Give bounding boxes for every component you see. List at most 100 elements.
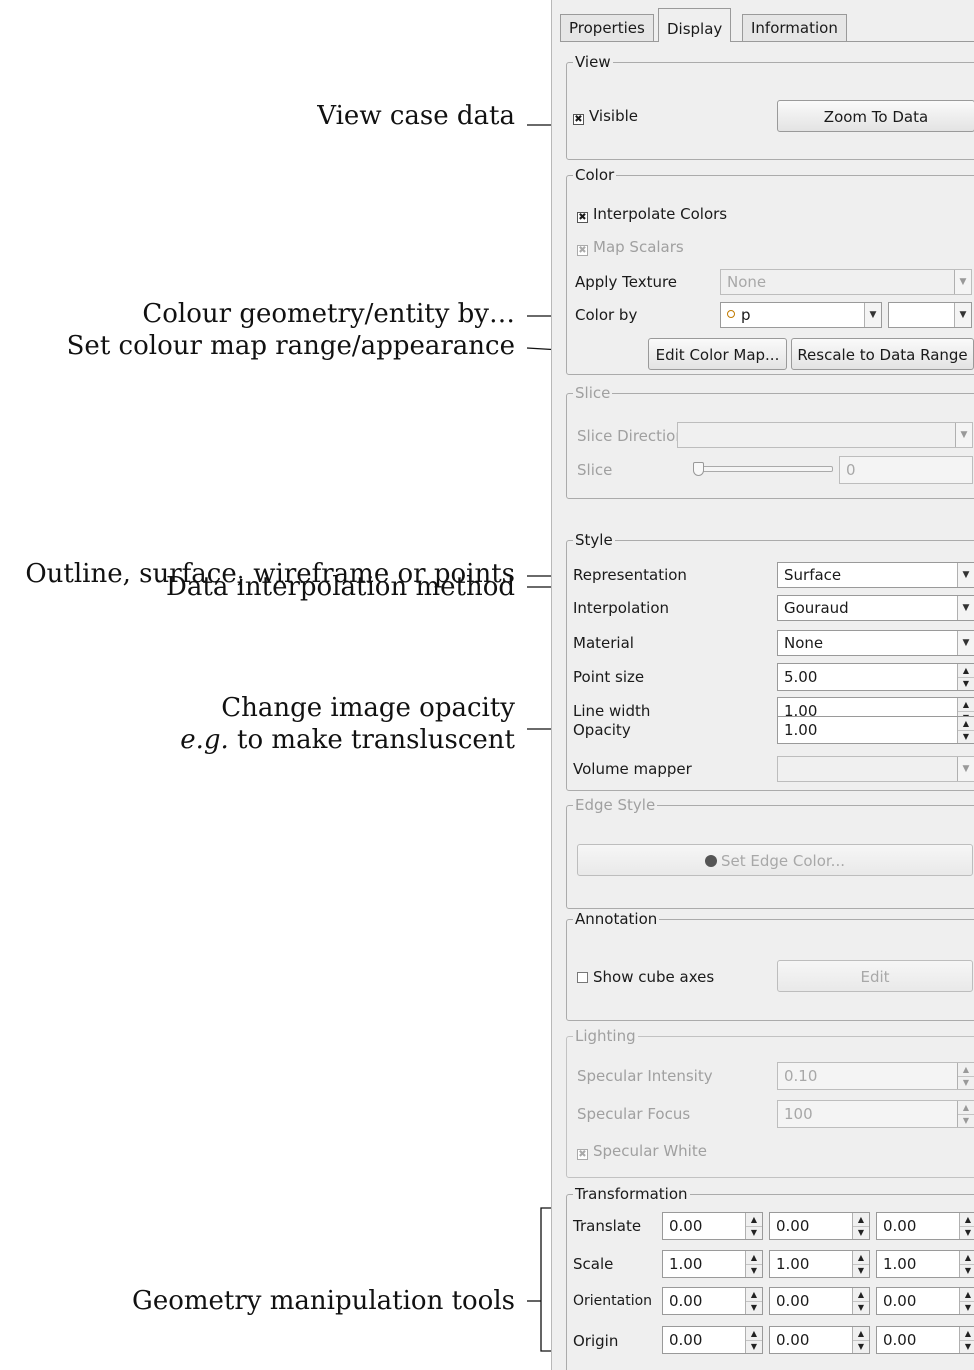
spin-down-icon[interactable]: ▼	[853, 1264, 869, 1277]
spin-down-icon[interactable]: ▼	[960, 1264, 974, 1277]
translate-z-spinbox[interactable]: 0.00 ▲ ▼	[876, 1212, 974, 1240]
material-select[interactable]: None ▼	[777, 630, 974, 656]
volume-mapper-select[interactable]: ▼	[777, 756, 974, 782]
spin-down-icon[interactable]: ▼	[958, 730, 974, 743]
slider-handle[interactable]	[693, 462, 704, 476]
spin-down-icon[interactable]: ▼	[960, 1301, 974, 1314]
slice-value-field[interactable]: 0	[839, 456, 973, 484]
color-by-select[interactable]: p ▼	[720, 302, 882, 328]
opacity-spinbox[interactable]: 1.00 ▲ ▼	[777, 716, 974, 744]
spin-down-icon[interactable]: ▼	[960, 1340, 974, 1353]
spin-buttons[interactable]: ▲▼	[959, 1251, 974, 1277]
spin-buttons[interactable]: ▲▼	[852, 1213, 869, 1239]
spin-down-icon[interactable]: ▼	[853, 1226, 869, 1239]
spin-buttons[interactable]: ▲▼	[745, 1251, 762, 1277]
spin-up-icon[interactable]: ▲	[960, 1327, 974, 1341]
zoom-to-data-button[interactable]: Zoom To Data	[777, 100, 974, 132]
spin-up-icon[interactable]: ▲	[960, 1288, 974, 1302]
apply-texture-value: None	[727, 273, 767, 291]
spin-up-icon[interactable]: ▲	[958, 1063, 974, 1077]
slice-slider[interactable]	[693, 462, 833, 476]
specular-focus-spinbox[interactable]: 100 ▲ ▼	[777, 1100, 974, 1128]
spin-down-icon[interactable]: ▼	[958, 677, 974, 690]
show-cube-axes-checkbox[interactable]: Show cube axes	[577, 967, 714, 987]
spin-down-icon[interactable]: ▼	[960, 1226, 974, 1239]
chevron-down-icon: ▼	[864, 303, 881, 327]
specular-intensity-spinbox[interactable]: 0.10 ▲ ▼	[777, 1062, 974, 1090]
point-size-value: 5.00	[784, 668, 818, 686]
translate-z-value: 0.00	[883, 1217, 917, 1235]
transformation-group: Transformation Translate 0.00 ▲ ▼ 0.00 ▲ ▼ 0…	[566, 1184, 974, 1370]
translate-x-spinbox[interactable]: 0.00 ▲ ▼	[662, 1212, 763, 1240]
spin-up-icon[interactable]: ▲	[958, 1101, 974, 1115]
display-properties-panel: Properties Display Information View ✖ Vis…	[551, 0, 974, 1370]
spin-buttons[interactable]: ▲▼	[959, 1327, 974, 1353]
spin-down-icon[interactable]: ▼	[746, 1340, 762, 1353]
orientation-label: Orientation	[573, 1293, 653, 1309]
spin-buttons[interactable]: ▲▼	[852, 1251, 869, 1277]
spin-down-icon[interactable]: ▼	[958, 1114, 974, 1127]
set-edge-color-button[interactable]: Set Edge Color...	[577, 844, 973, 876]
spin-down-icon[interactable]: ▼	[958, 1076, 974, 1089]
tab-information[interactable]: Information	[742, 14, 847, 41]
spin-up-icon[interactable]: ▲	[746, 1251, 762, 1265]
interpolation-select[interactable]: Gouraud ▼	[777, 595, 974, 621]
spin-down-icon[interactable]: ▼	[746, 1301, 762, 1314]
spin-up-icon[interactable]: ▲	[960, 1213, 974, 1227]
rescale-to-data-range-button[interactable]: Rescale to Data Range	[791, 338, 974, 370]
slice-label: Slice	[577, 461, 613, 479]
spin-buttons[interactable]: ▲▼	[745, 1327, 762, 1353]
origin-y-spinbox[interactable]: 0.00 ▲ ▼	[769, 1326, 870, 1354]
translate-y-spinbox[interactable]: 0.00 ▲ ▼	[769, 1212, 870, 1240]
spin-up-icon[interactable]: ▲	[746, 1327, 762, 1341]
interpolate-colors-checkbox[interactable]: ✖ Interpolate Colors	[577, 204, 727, 224]
spin-buttons[interactable]: ▲▼	[959, 1288, 974, 1314]
view-group-title: View	[573, 52, 613, 72]
spin-up-icon[interactable]: ▲	[853, 1288, 869, 1302]
scale-z-spinbox[interactable]: 1.00 ▲ ▼	[876, 1250, 974, 1278]
spin-down-icon[interactable]: ▼	[853, 1340, 869, 1353]
spin-down-icon[interactable]: ▼	[746, 1264, 762, 1277]
map-scalars-checkbox[interactable]: ✖ Map Scalars	[577, 237, 684, 257]
spin-up-icon[interactable]: ▲	[958, 717, 974, 731]
spin-up-icon[interactable]: ▲	[958, 664, 974, 678]
spin-up-icon[interactable]: ▲	[960, 1251, 974, 1265]
spin-up-icon[interactable]: ▲	[746, 1288, 762, 1302]
spin-buttons[interactable]: ▲▼	[957, 664, 974, 690]
representation-select[interactable]: Surface ▼	[777, 562, 974, 588]
apply-texture-select[interactable]: None ▼	[720, 269, 972, 295]
origin-x-spinbox[interactable]: 0.00 ▲ ▼	[662, 1326, 763, 1354]
spin-up-icon[interactable]: ▲	[853, 1327, 869, 1341]
orientation-y-spinbox[interactable]: 0.00 ▲ ▼	[769, 1287, 870, 1315]
point-size-spinbox[interactable]: 5.00 ▲ ▼	[777, 663, 974, 691]
slice-direction-select[interactable]: ▼	[677, 422, 973, 448]
spin-up-icon[interactable]: ▲	[853, 1213, 869, 1227]
interpolate-check-icon: ✖	[577, 212, 588, 223]
spin-buttons[interactable]: ▲▼	[745, 1288, 762, 1314]
spin-buttons[interactable]: ▲▼	[852, 1327, 869, 1353]
tab-properties[interactable]: Properties	[560, 14, 654, 41]
spin-up-icon[interactable]: ▲	[746, 1213, 762, 1227]
spin-down-icon[interactable]: ▼	[853, 1301, 869, 1314]
spin-up-icon[interactable]: ▲	[853, 1251, 869, 1265]
origin-z-spinbox[interactable]: 0.00 ▲ ▼	[876, 1326, 974, 1354]
volume-mapper-label: Volume mapper	[573, 760, 692, 778]
color-component-select[interactable]: ▼	[888, 302, 972, 328]
spin-up-icon[interactable]: ▲	[958, 698, 974, 712]
spin-buttons[interactable]: ▲▼	[852, 1288, 869, 1314]
tab-display[interactable]: Display	[658, 8, 732, 42]
orientation-z-spinbox[interactable]: 0.00 ▲ ▼	[876, 1287, 974, 1315]
edit-color-map-button[interactable]: Edit Color Map...	[648, 338, 787, 370]
visible-checkbox[interactable]: ✖ Visible	[573, 106, 638, 126]
spin-down-icon[interactable]: ▼	[746, 1226, 762, 1239]
specular-white-checkbox[interactable]: ✖ Specular White	[577, 1141, 707, 1161]
scale-x-spinbox[interactable]: 1.00 ▲ ▼	[662, 1250, 763, 1278]
spin-buttons[interactable]: ▲▼	[957, 1063, 974, 1089]
spin-buttons[interactable]: ▲▼	[957, 1101, 974, 1127]
orientation-x-spinbox[interactable]: 0.00 ▲ ▼	[662, 1287, 763, 1315]
spin-buttons[interactable]: ▲▼	[957, 717, 974, 743]
cube-axes-edit-button[interactable]: Edit	[777, 960, 973, 992]
spin-buttons[interactable]: ▲▼	[959, 1213, 974, 1239]
scale-y-spinbox[interactable]: 1.00 ▲ ▼	[769, 1250, 870, 1278]
spin-buttons[interactable]: ▲▼	[745, 1213, 762, 1239]
